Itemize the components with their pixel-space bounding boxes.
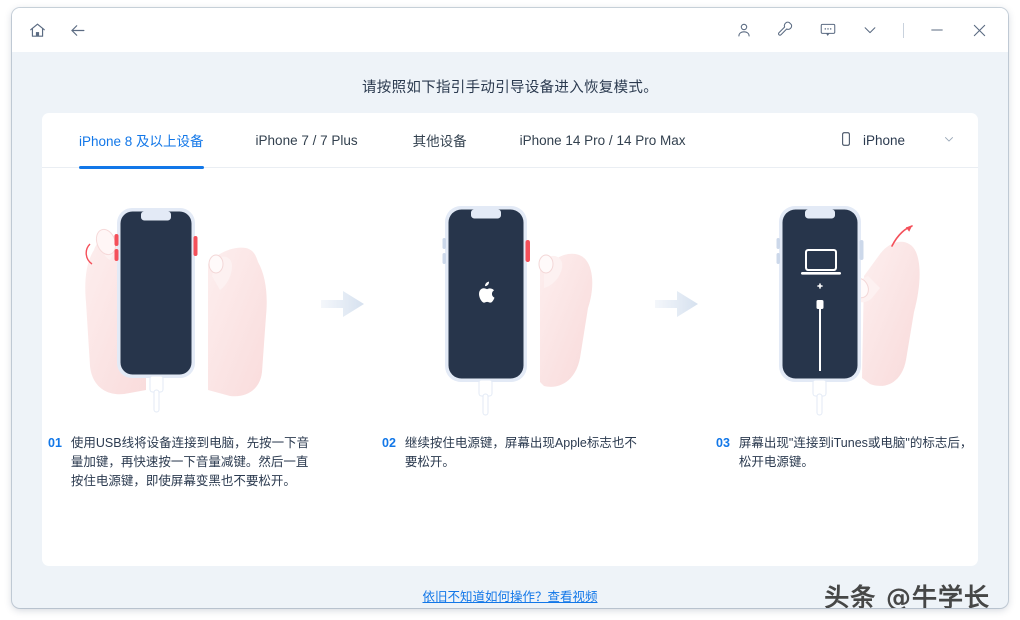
tab-label: iPhone 8 及以上设备 — [79, 134, 204, 149]
tab-label: iPhone 14 Pro / 14 Pro Max — [519, 132, 686, 148]
page-title: 请按照如下指引手动引导设备进入恢复模式。 — [12, 52, 1008, 120]
feedback-chat-icon[interactable] — [817, 19, 839, 41]
titlebar-left-group — [12, 19, 88, 41]
arrow-right-icon — [312, 190, 374, 418]
titlebar-right-group — [733, 19, 1008, 41]
title-bar — [12, 8, 1008, 52]
user-account-icon[interactable] — [733, 19, 755, 41]
application-window: 请按照如下指引手动引导设备进入恢复模式。 iPhone 8 及以上设备 iPho… — [12, 8, 1008, 608]
tab-label: iPhone 7 / 7 Plus — [255, 132, 358, 148]
back-arrow-icon[interactable] — [66, 19, 88, 41]
arrow-right-icon — [646, 190, 708, 418]
step-column-3: 03 屏幕出现"连接到iTunes或电脑"的标志后，松开电源键。 — [708, 190, 980, 472]
home-icon[interactable] — [26, 19, 48, 41]
step-column-1: 01 使用USB线将设备连接到电脑，先按一下音量加键，再快速按一下音量减键。然后… — [40, 190, 312, 491]
step-text-1: 01 使用USB线将设备连接到电脑，先按一下音量加键，再快速按一下音量减键。然后… — [40, 434, 312, 491]
step-number: 03 — [716, 436, 730, 450]
wrench-tools-icon[interactable] — [775, 19, 797, 41]
tab-other-devices[interactable]: 其他设备 — [413, 113, 467, 168]
main-content-card: iPhone 8 及以上设备 iPhone 7 / 7 Plus 其他设备 iP… — [42, 113, 978, 566]
iphone-showing-connect-to-computer-hand-releasing-illustration — [744, 190, 944, 418]
step-description: 屏幕出现"连接到iTunes或电脑"的标志后，松开电源键。 — [738, 436, 973, 469]
close-button[interactable] — [968, 19, 990, 41]
chevron-down-icon[interactable] — [859, 19, 881, 41]
device-selector-dropdown[interactable]: iPhone — [838, 131, 956, 150]
step-number: 01 — [48, 436, 62, 450]
tab-iphone-8-and-above[interactable]: iPhone 8 及以上设备 — [79, 113, 204, 169]
steps-container: 01 使用USB线将设备连接到电脑，先按一下音量加键，再快速按一下音量减键。然后… — [42, 168, 978, 491]
tab-iphone-14-pro[interactable]: iPhone 14 Pro / 14 Pro Max — [520, 113, 686, 168]
tab-label: 其他设备 — [412, 134, 467, 149]
hands-holding-iphone-pressing-volume-buttons-illustration — [76, 190, 276, 418]
step-text-2: 02 继续按住电源键，屏幕出现Apple标志也不要松开。 — [374, 434, 646, 472]
step-description: 继续按住电源键，屏幕出现Apple标志也不要松开。 — [404, 436, 637, 469]
chevron-down-icon — [942, 132, 956, 149]
step-column-2: 02 继续按住电源键，屏幕出现Apple标志也不要松开。 — [374, 190, 646, 472]
step-number: 02 — [382, 436, 396, 450]
phone-icon — [838, 131, 854, 150]
iphone-showing-apple-logo-hand-holding-power-button-illustration — [410, 190, 610, 418]
minimize-button[interactable] — [926, 19, 948, 41]
watch-video-link[interactable]: 依旧不知道如何操作？查看视频 — [422, 590, 597, 604]
page-title-text: 请按照如下指引手动引导设备进入恢复模式。 — [362, 79, 658, 96]
titlebar-divider — [903, 22, 904, 38]
tab-iphone-7[interactable]: iPhone 7 / 7 Plus — [256, 113, 358, 168]
tab-strip: iPhone 8 及以上设备 iPhone 7 / 7 Plus 其他设备 iP… — [42, 113, 978, 169]
watermark: 头条 @牛学长 — [824, 583, 990, 608]
device-selector-value: iPhone — [862, 132, 905, 148]
step-description: 使用USB线将设备连接到电脑，先按一下音量加键，再快速按一下音量减键。然后一直按… — [70, 436, 310, 488]
step-text-3: 03 屏幕出现"连接到iTunes或电脑"的标志后，松开电源键。 — [708, 434, 980, 472]
